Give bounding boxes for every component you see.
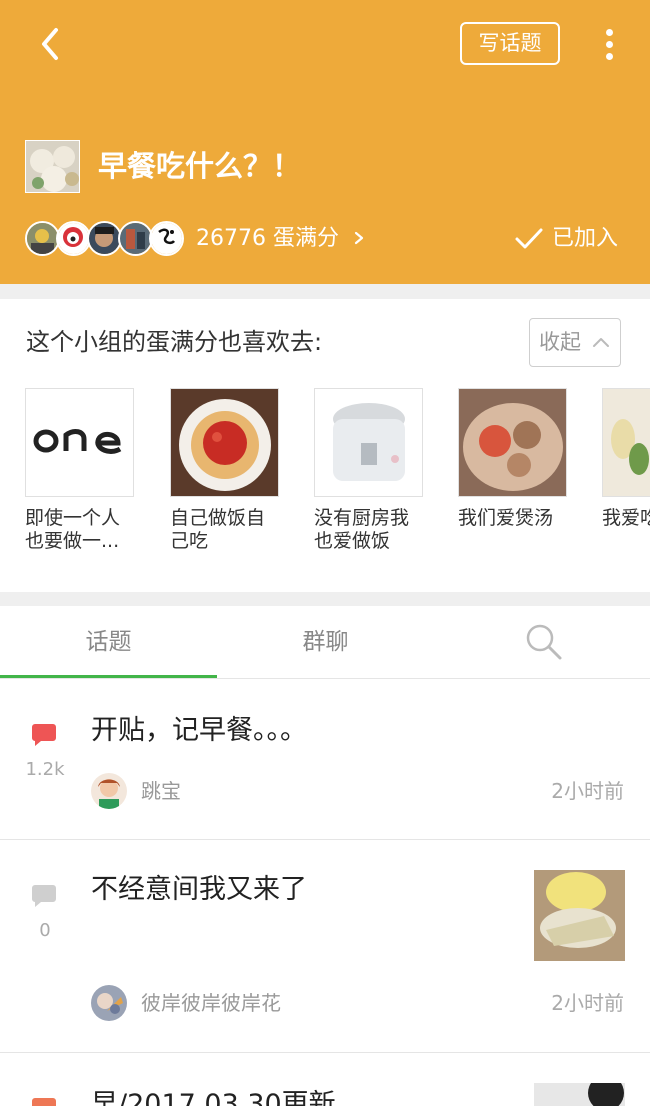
topic-title: 不经意间我又来了 bbox=[91, 874, 307, 905]
group-thumbnail bbox=[25, 140, 80, 193]
group-name: 我爱吃 bbox=[602, 507, 650, 529]
group-image bbox=[602, 388, 650, 497]
author-name: 彼岸彼岸彼岸花 bbox=[141, 991, 281, 1015]
member-count-link[interactable]: 26776 蛋满分 bbox=[196, 222, 366, 256]
topic-row[interactable]: 早/2017.03.30更新 bbox=[0, 1053, 650, 1106]
avatar bbox=[118, 221, 153, 256]
comment-bubble-icon bbox=[32, 885, 56, 907]
topic-title: 开贴，记早餐。。。 bbox=[91, 715, 307, 746]
avatar bbox=[56, 221, 91, 256]
group-image bbox=[25, 388, 134, 497]
back-button[interactable] bbox=[34, 24, 70, 64]
tab-topics[interactable]: 话题 bbox=[0, 606, 217, 678]
author-name: 跳宝 bbox=[141, 779, 181, 803]
chevron-right-icon bbox=[354, 231, 364, 245]
section-divider bbox=[0, 284, 650, 299]
topic-thumbnail bbox=[534, 870, 625, 961]
group-image bbox=[458, 388, 567, 497]
active-tab-indicator bbox=[0, 675, 217, 678]
tab-group-chat[interactable]: 群聊 bbox=[217, 606, 434, 678]
post-time: 2小时前 bbox=[551, 779, 624, 803]
post-time: 2小时前 bbox=[551, 991, 624, 1015]
joined-label: 已加入 bbox=[552, 226, 619, 251]
member-avatars[interactable] bbox=[25, 221, 195, 257]
group-page: 写话题 早餐吃什么？！ 26776 蛋满分 已加入 这个小组的蛋满分也喜欢去: … bbox=[0, 0, 650, 1106]
group-title: 早餐吃什么？！ bbox=[98, 149, 302, 183]
recommended-group[interactable]: 自己做饭自己吃 bbox=[170, 388, 280, 553]
avatar bbox=[87, 221, 122, 256]
section-divider bbox=[0, 592, 650, 606]
recommended-group[interactable]: 没有厨房我也爱做饭 bbox=[314, 388, 424, 553]
group-image bbox=[314, 388, 423, 497]
more-icon[interactable] bbox=[596, 26, 624, 62]
search-icon[interactable] bbox=[524, 622, 564, 662]
also-like-title: 这个小组的蛋满分也喜欢去: bbox=[26, 328, 323, 356]
topic-thumbnail bbox=[534, 1083, 625, 1106]
topic-title: 早/2017.03.30更新 bbox=[91, 1089, 336, 1106]
recommended-group[interactable]: 我们爱煲汤 bbox=[458, 388, 568, 553]
checkmark-icon bbox=[515, 228, 543, 249]
joined-status[interactable]: 已加入 bbox=[514, 222, 618, 256]
chevron-up-icon bbox=[593, 338, 609, 347]
group-name: 没有厨房我也爱做饭 bbox=[314, 507, 410, 552]
avatar bbox=[25, 221, 60, 256]
reply-count: 1.2k bbox=[25, 759, 65, 780]
member-count-label: 26776 蛋满分 bbox=[196, 226, 339, 251]
group-image bbox=[170, 388, 279, 497]
topic-row[interactable]: 0 不经意间我又来了 彼岸彼岸彼岸花 2小时前 bbox=[0, 840, 650, 1053]
author-avatar bbox=[91, 985, 127, 1021]
recommended-group[interactable]: 即使一个人也要做一... bbox=[25, 388, 135, 553]
write-topic-button[interactable]: 写话题 bbox=[460, 22, 560, 65]
comment-bubble-icon bbox=[32, 1098, 56, 1106]
collapse-button[interactable]: 收起 bbox=[529, 318, 621, 367]
group-name: 自己做饭自己吃 bbox=[170, 507, 266, 552]
recommended-group[interactable]: 我爱吃 bbox=[602, 388, 650, 553]
topic-row[interactable]: 1.2k 开贴，记早餐。。。 跳宝 2小时前 bbox=[0, 679, 650, 840]
group-header: 写话题 早餐吃什么？！ 26776 蛋满分 已加入 bbox=[0, 0, 650, 284]
group-name: 即使一个人也要做一... bbox=[25, 507, 121, 552]
avatar bbox=[149, 221, 184, 256]
group-name: 我们爱煲汤 bbox=[458, 507, 554, 529]
collapse-label: 收起 bbox=[539, 330, 581, 354]
comment-bubble-icon bbox=[32, 724, 56, 746]
reply-count: 0 bbox=[39, 920, 51, 941]
back-arrow-icon bbox=[42, 28, 58, 60]
author-avatar bbox=[91, 773, 127, 809]
